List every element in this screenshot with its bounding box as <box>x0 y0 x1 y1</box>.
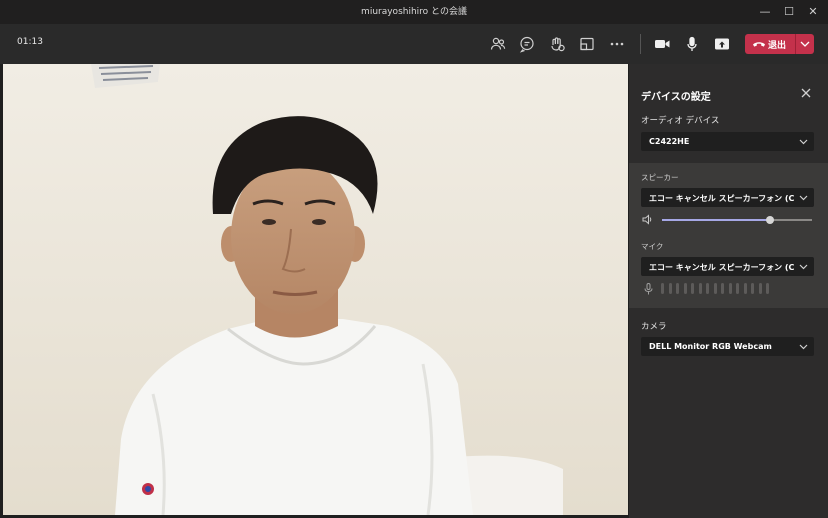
microphone-icon[interactable] <box>683 35 701 53</box>
panel-title: デバイスの設定 <box>641 92 711 103</box>
minimize-button[interactable]: — <box>753 0 777 24</box>
breakout-room-icon[interactable] <box>578 35 596 53</box>
window-title: miurayoshihiro との会議 <box>361 7 467 17</box>
participant-video <box>3 64 628 515</box>
microphone-dropdown[interactable]: エコー キャンセル スピーカーフォン (C24... <box>641 257 814 276</box>
share-screen-icon[interactable] <box>713 35 731 53</box>
audio-device-label: オーディオ デバイス <box>641 116 720 126</box>
leave-label: 退出 <box>768 41 787 51</box>
mic-level-segment <box>713 283 717 294</box>
mic-level-segment <box>676 283 679 294</box>
mic-level-segment <box>683 283 687 294</box>
reactions-icon[interactable] <box>548 35 566 53</box>
mic-level-segment <box>698 283 702 294</box>
close-icon[interactable] <box>799 86 813 100</box>
mic-level-segment <box>691 283 694 294</box>
more-options-icon[interactable] <box>608 35 626 53</box>
leave-button-group: 退出 <box>745 34 814 54</box>
meeting-toolbar: 01:13 退出 <box>0 24 828 64</box>
hang-up-icon <box>753 42 765 47</box>
mic-label: マイク <box>641 242 664 251</box>
chevron-down-icon <box>799 139 808 145</box>
speaker-volume-thumb[interactable] <box>766 216 774 224</box>
speaker-volume-icon <box>642 214 652 225</box>
speaker-value: エコー キャンセル スピーカーフォン (C24... <box>649 194 794 203</box>
leave-button[interactable]: 退出 <box>745 34 795 54</box>
mic-level-segment <box>758 283 762 294</box>
title-bar: miurayoshihiro との会議 — ☐ ✕ <box>0 0 828 24</box>
microphone-value: エコー キャンセル スピーカーフォン (C24... <box>649 263 794 272</box>
participant-video-image <box>3 64 628 515</box>
audio-device-value: C2422HE <box>649 137 690 146</box>
speaker-volume-slider[interactable] <box>662 216 812 224</box>
meeting-timer: 01:13 <box>17 37 43 47</box>
chevron-down-icon <box>799 195 808 201</box>
participants-icon[interactable] <box>489 35 507 53</box>
maximize-button[interactable]: ☐ <box>777 0 801 24</box>
chevron-down-icon <box>799 344 808 350</box>
mic-level-segment <box>728 283 732 294</box>
camera-label: カメラ <box>641 322 667 332</box>
mic-level-segment <box>736 283 739 294</box>
mic-level-segment <box>668 283 672 294</box>
speaker-volume-fill <box>662 219 770 221</box>
toolbar-divider <box>640 34 641 54</box>
chevron-down-icon <box>799 264 808 270</box>
camera-icon[interactable] <box>653 35 671 53</box>
microphone-level-meter <box>661 283 774 295</box>
microphone-level-icon <box>644 283 653 295</box>
audio-device-dropdown[interactable]: C2422HE <box>641 132 814 151</box>
mic-level-segment <box>706 283 709 294</box>
speaker-label: スピーカー <box>641 173 679 182</box>
speaker-dropdown[interactable]: エコー キャンセル スピーカーフォン (C24... <box>641 188 814 207</box>
mic-level-segment <box>661 283 664 294</box>
leave-options-chevron-icon[interactable] <box>796 34 814 54</box>
camera-dropdown[interactable]: DELL Monitor RGB Webcam <box>641 337 814 356</box>
mic-level-segment <box>721 283 724 294</box>
mic-level-segment <box>743 283 747 294</box>
close-window-button[interactable]: ✕ <box>801 0 825 24</box>
chat-icon[interactable] <box>518 35 536 53</box>
mic-level-segment <box>766 283 769 294</box>
mic-level-segment <box>751 283 754 294</box>
camera-value: DELL Monitor RGB Webcam <box>649 342 772 351</box>
device-settings-panel: デバイスの設定 オーディオ デバイス C2422HE スピーカー エコー キャン… <box>629 64 828 518</box>
